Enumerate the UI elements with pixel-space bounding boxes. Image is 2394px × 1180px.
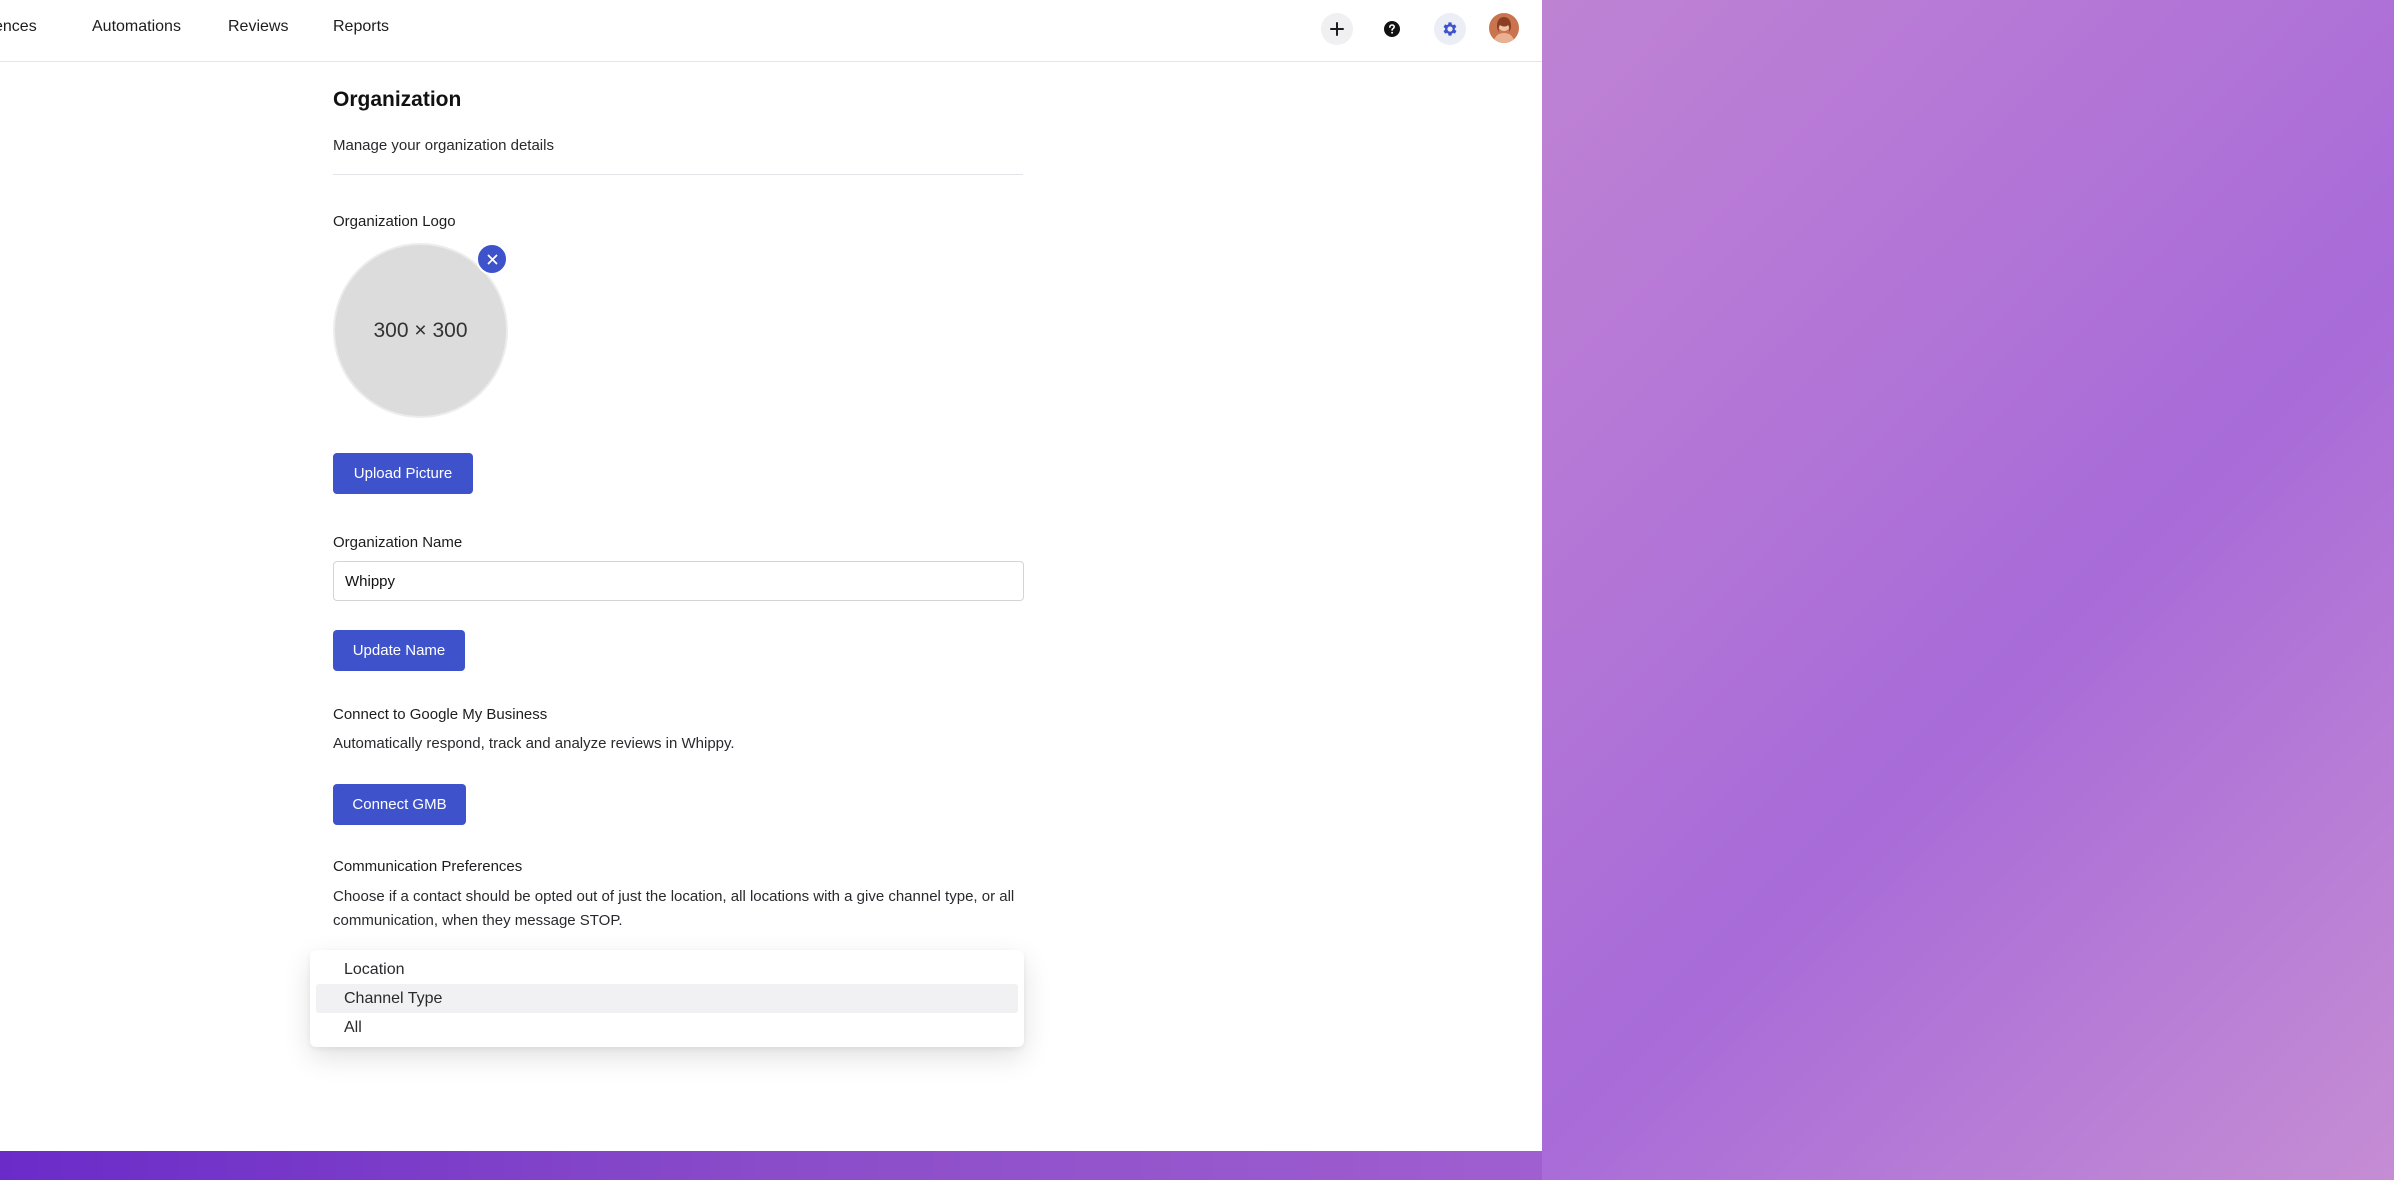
remove-logo-button[interactable] <box>476 243 508 275</box>
update-name-button[interactable]: Update Name <box>333 630 465 671</box>
page-subtitle: Manage your organization details <box>333 137 554 154</box>
organization-name-label: Organization Name <box>333 534 463 551</box>
user-avatar[interactable] <box>1489 13 1519 43</box>
nav-item-sequences[interactable]: ences <box>0 18 37 36</box>
desktop-background-band <box>0 1150 1542 1180</box>
nav-item-reports[interactable]: Reports <box>333 18 389 36</box>
help-button[interactable] <box>1376 13 1408 45</box>
nav-item-automations[interactable]: Automations <box>92 18 181 36</box>
page-title: Organization <box>333 88 462 111</box>
nav-item-reviews[interactable]: Reviews <box>228 18 288 36</box>
gmb-label: Connect to Google My Business <box>333 706 548 723</box>
top-navigation-bar: ences Automations Reviews Reports <box>0 0 1542 62</box>
logo-placeholder-text: 300 × 300 <box>373 318 468 342</box>
dropdown-option-channel-type[interactable]: Channel Type <box>316 984 1018 1013</box>
avatar-image <box>1489 13 1519 43</box>
app-window: ences Automations Reviews Reports <box>0 0 1542 1151</box>
dropdown-option-location[interactable]: Location <box>316 955 1018 984</box>
close-icon <box>487 254 497 264</box>
plus-icon <box>1330 22 1344 36</box>
communication-preferences-label: Communication Preferences <box>333 858 523 875</box>
gear-icon <box>1443 22 1457 36</box>
dropdown-option-all[interactable]: All <box>316 1013 1018 1042</box>
opt-out-scope-dropdown-menu: Location Channel Type All <box>310 950 1024 1047</box>
gmb-description: Automatically respond, track and analyze… <box>333 735 735 752</box>
section-divider <box>333 174 1023 175</box>
organization-name-input[interactable] <box>333 561 1024 601</box>
add-button[interactable] <box>1321 13 1353 45</box>
settings-button[interactable] <box>1434 13 1466 45</box>
communication-preferences-description: Choose if a contact should be opted out … <box>333 888 1015 929</box>
logo-label: Organization Logo <box>333 213 456 230</box>
help-icon <box>1384 21 1400 37</box>
upload-picture-button[interactable]: Upload Picture <box>333 453 473 494</box>
connect-gmb-button[interactable]: Connect GMB <box>333 784 466 825</box>
